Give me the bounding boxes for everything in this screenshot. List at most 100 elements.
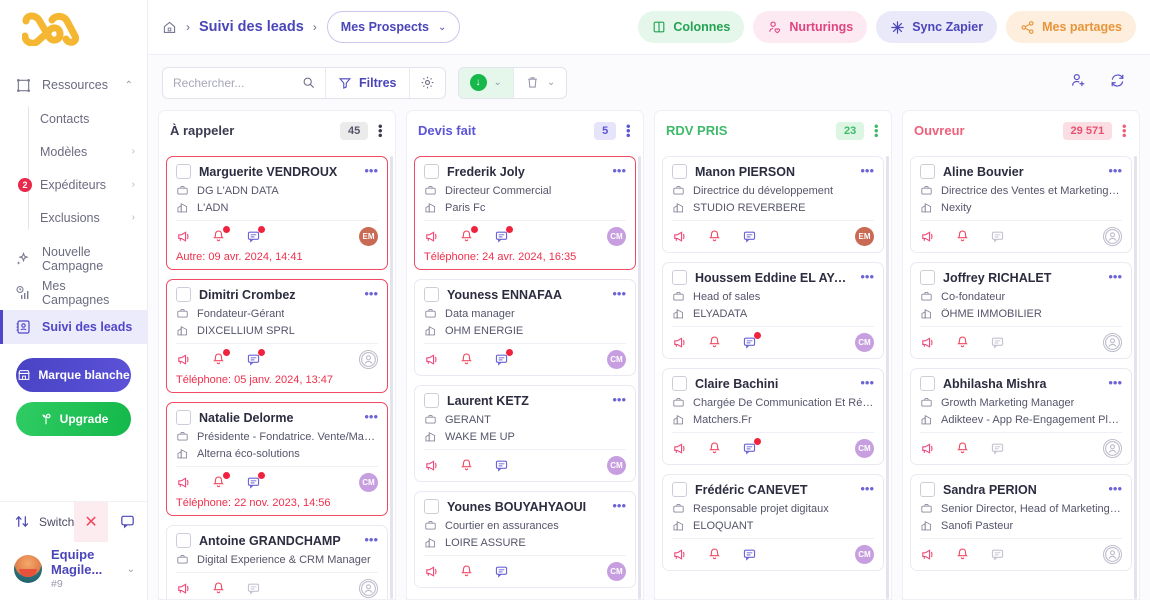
bell-icon[interactable] [955, 229, 970, 244]
lead-menu-icon[interactable]: ••• [612, 165, 626, 177]
comment-icon[interactable] [246, 581, 261, 596]
sidebar-item-expediteurs[interactable]: 2 Expéditeurs › [18, 168, 147, 201]
lead-menu-icon[interactable]: ••• [364, 288, 378, 300]
lead-card[interactable]: Claire Bachini ••• Chargée De Communicat… [662, 368, 884, 465]
comment-icon[interactable] [494, 564, 509, 579]
megaphone-icon[interactable] [176, 475, 191, 490]
lead-menu-icon[interactable]: ••• [364, 534, 378, 546]
bell-icon[interactable] [955, 441, 970, 456]
comment-icon[interactable] [494, 458, 509, 473]
megaphone-icon[interactable] [176, 229, 191, 244]
lead-checkbox[interactable] [424, 164, 439, 179]
lead-card[interactable]: Aline Bouvier ••• Directrice des Ventes … [910, 156, 1132, 253]
lead-menu-icon[interactable]: ••• [1108, 483, 1122, 495]
breadcrumb-current[interactable]: Suivi des leads [199, 19, 304, 35]
megaphone-icon[interactable] [672, 547, 687, 562]
avatar[interactable]: CM [359, 473, 378, 492]
lead-card[interactable]: Houssem Eddine EL AYADI ••• Head of sale… [662, 262, 884, 359]
bell-icon[interactable] [459, 564, 474, 579]
comment-icon[interactable] [246, 472, 265, 490]
sidebar-item-contacts[interactable]: Contacts [40, 102, 147, 135]
switch-button[interactable]: Switch [0, 513, 74, 530]
lead-card[interactable]: Frederik Joly ••• Directeur Commercial P… [414, 156, 636, 270]
avatar[interactable]: CM [607, 227, 626, 246]
lead-menu-icon[interactable]: ••• [364, 411, 378, 423]
column-scrollbar[interactable] [638, 156, 641, 599]
lead-card[interactable]: Antoine GRANDCHAMP ••• Digital Experienc… [166, 525, 388, 599]
avatar[interactable] [1103, 227, 1122, 246]
avatar[interactable] [1103, 545, 1122, 564]
lead-checkbox[interactable] [176, 410, 191, 425]
lead-checkbox[interactable] [424, 393, 439, 408]
lead-checkbox[interactable] [424, 287, 439, 302]
column-menu-icon[interactable]: ••• [373, 124, 388, 138]
megaphone-icon[interactable] [920, 547, 935, 562]
team-selector[interactable]: Equipe Magile... #9 ⌄ [0, 541, 147, 600]
lead-checkbox[interactable] [920, 376, 935, 391]
bell-icon[interactable] [459, 458, 474, 473]
sidebar-item-exclusions[interactable]: Exclusions › [40, 201, 147, 234]
lead-card[interactable]: Laurent KETZ ••• GERANT WAKE ME UP CM [414, 385, 636, 482]
bell-icon[interactable] [459, 226, 478, 244]
column-scrollbar[interactable] [886, 156, 889, 599]
lead-card[interactable]: Abhilasha Mishra ••• Growth Marketing Ma… [910, 368, 1132, 465]
lead-checkbox[interactable] [672, 482, 687, 497]
column-menu-icon[interactable]: ••• [1117, 124, 1132, 138]
avatar[interactable]: CM [855, 439, 874, 458]
lead-card[interactable]: Youness ENNAFAA ••• Data manager OHM ENE… [414, 279, 636, 376]
lead-checkbox[interactable] [920, 164, 935, 179]
sidebar-item-ressources[interactable]: Ressources ⌃ [0, 68, 147, 102]
comment-icon[interactable] [246, 349, 265, 367]
lead-card[interactable]: Sandra PERION ••• Senior Director, Head … [910, 474, 1132, 571]
column-menu-icon[interactable]: ••• [621, 124, 636, 138]
lead-checkbox[interactable] [176, 533, 191, 548]
avatar[interactable]: EM [359, 227, 378, 246]
megaphone-icon[interactable] [920, 335, 935, 350]
comment-icon[interactable] [742, 332, 761, 350]
megaphone-icon[interactable] [424, 564, 439, 579]
column-scrollbar[interactable] [390, 156, 393, 599]
sync-zapier-button[interactable]: Sync Zapier [876, 11, 998, 43]
megaphone-icon[interactable] [176, 581, 191, 596]
home-icon[interactable] [162, 20, 177, 35]
bell-icon[interactable] [211, 472, 230, 490]
lead-menu-icon[interactable]: ••• [1108, 271, 1122, 283]
bell-icon[interactable] [955, 335, 970, 350]
lead-card[interactable]: Natalie Delorme ••• Présidente - Fondatr… [166, 402, 388, 516]
avatar[interactable]: CM [607, 456, 626, 475]
sidebar-item-suivi-des-leads[interactable]: Suivi des leads [0, 310, 147, 344]
lead-menu-icon[interactable]: ••• [612, 288, 626, 300]
lead-menu-icon[interactable]: ••• [612, 394, 626, 406]
megaphone-icon[interactable] [424, 352, 439, 367]
bell-icon[interactable] [211, 349, 230, 367]
avatar[interactable] [1103, 333, 1122, 352]
lead-checkbox[interactable] [672, 270, 687, 285]
settings-gear-icon[interactable] [410, 68, 445, 98]
comment-icon[interactable] [742, 229, 757, 244]
lead-checkbox[interactable] [672, 376, 687, 391]
logo-wrap[interactable] [0, 0, 147, 58]
lead-menu-icon[interactable]: ••• [1108, 165, 1122, 177]
avatar[interactable] [359, 350, 378, 369]
megaphone-icon[interactable] [424, 458, 439, 473]
lead-menu-icon[interactable]: ••• [612, 500, 626, 512]
refresh-icon[interactable] [1109, 72, 1126, 94]
sidebar-item-modeles[interactable]: Modèles › [40, 135, 147, 168]
search-input[interactable] [173, 75, 296, 90]
lead-checkbox[interactable] [424, 499, 439, 514]
bell-icon[interactable] [707, 229, 722, 244]
sidebar-item-nouvelle-campagne[interactable]: Nouvelle Campagne [0, 242, 147, 276]
chat-bubble-icon[interactable] [108, 513, 147, 530]
comment-icon[interactable] [742, 547, 757, 562]
bell-icon[interactable] [459, 352, 474, 367]
column-menu-icon[interactable]: ••• [869, 124, 884, 138]
comment-icon[interactable] [990, 441, 1005, 456]
lead-checkbox[interactable] [672, 164, 687, 179]
export-button[interactable]: ↓ ⌄ [458, 67, 513, 98]
megaphone-icon[interactable] [920, 441, 935, 456]
prospect-list-select[interactable]: Mes Prospects ⌄ [326, 11, 461, 43]
comment-icon[interactable] [990, 547, 1005, 562]
comment-icon[interactable] [990, 335, 1005, 350]
add-user-icon[interactable] [1070, 72, 1087, 94]
lead-checkbox[interactable] [920, 270, 935, 285]
